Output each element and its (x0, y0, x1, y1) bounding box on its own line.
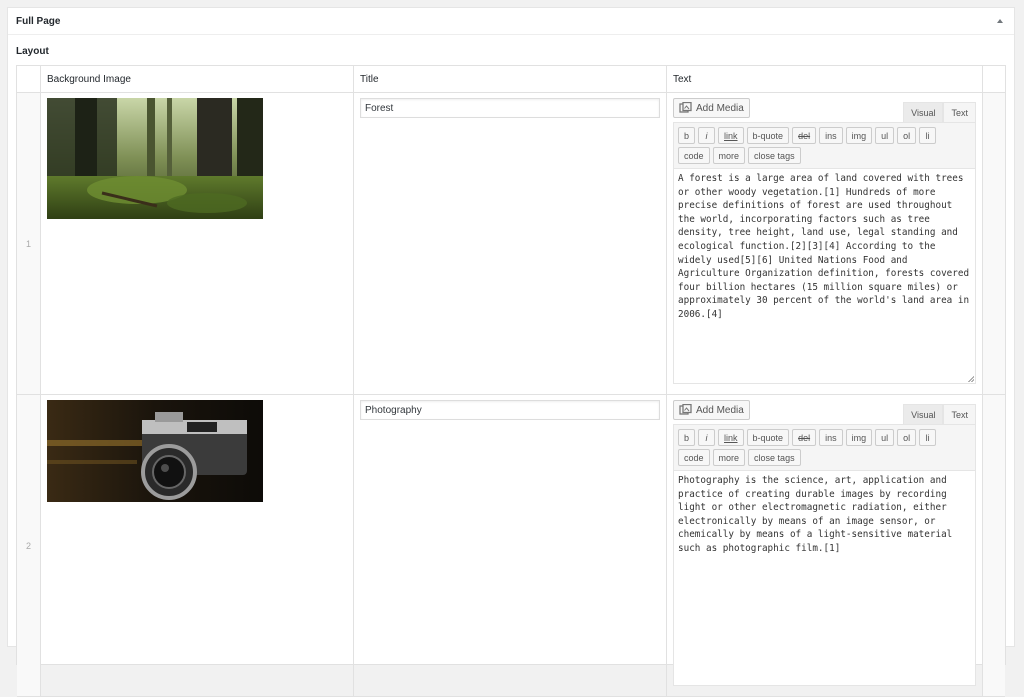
editor-tabs: Visual Text (903, 404, 976, 424)
row-order-handle[interactable]: 2 (17, 395, 41, 696)
qt-blockquote-button[interactable]: b-quote (746, 127, 790, 144)
qt-li-button[interactable]: li (919, 127, 937, 144)
qt-code-button[interactable]: code (678, 147, 710, 164)
repeater-table: Background Image Title Text 1 Forest Add… (16, 65, 1006, 697)
title-cell (354, 395, 667, 696)
title-input[interactable] (360, 98, 660, 118)
field-label: Layout (16, 46, 49, 57)
header-remove-cell (983, 66, 1005, 92)
row-order-handle[interactable]: 1 (17, 93, 41, 394)
tab-text[interactable]: Text (943, 102, 976, 122)
editor-tools: Add Media Visual Text (673, 400, 976, 424)
qt-link-button[interactable]: link (718, 429, 744, 446)
qt-bold-button[interactable]: b (678, 127, 696, 144)
qt-ol-button[interactable]: ol (897, 127, 917, 144)
qt-code-button[interactable]: code (678, 449, 710, 466)
text-editor-cell: Add Media Visual Text b i link b-quote d… (667, 93, 983, 394)
add-media-icon (679, 102, 692, 113)
forest-image[interactable] (47, 98, 263, 219)
qt-img-button[interactable]: img (845, 127, 873, 144)
editor-tabs: Visual Text (903, 102, 976, 122)
qt-img-button[interactable]: img (845, 429, 873, 446)
add-media-button[interactable]: Add Media (673, 400, 750, 420)
add-media-button[interactable]: Add Media (673, 98, 750, 118)
qt-del-button[interactable]: del (792, 429, 817, 446)
editor-tools: Add Media Visual Text (673, 98, 976, 122)
header-text: Text (667, 66, 983, 92)
editor-content: A forest is a large area of land covered… (678, 173, 975, 320)
tab-text[interactable]: Text (943, 404, 976, 424)
qt-ins-button[interactable]: ins (819, 127, 843, 144)
qt-ins-button[interactable]: ins (819, 429, 843, 446)
quicktags-toolbar: b i link b-quote del ins img ul ol li co… (673, 122, 976, 168)
repeater-header: Background Image Title Text (17, 66, 1005, 93)
postbox-title: Full Page (16, 15, 61, 27)
triangle-up-icon[interactable] (997, 19, 1003, 23)
full-page-postbox: Full Page Layout Background Image Title … (7, 7, 1015, 697)
background-image-cell (41, 93, 354, 394)
add-media-icon (679, 404, 692, 415)
tab-visual[interactable]: Visual (903, 102, 944, 122)
row-remove-cell[interactable] (983, 395, 1005, 696)
qt-bold-button[interactable]: b (678, 429, 696, 446)
qt-italic-button[interactable]: i (698, 127, 716, 144)
add-media-label: Add Media (696, 102, 744, 114)
qt-more-button[interactable]: more (712, 147, 746, 164)
tab-visual[interactable]: Visual (903, 404, 944, 424)
qt-ul-button[interactable]: ul (875, 127, 895, 144)
qt-ol-button[interactable]: ol (897, 429, 917, 446)
header-title: Title (354, 66, 667, 92)
quicktags-toolbar: b i link b-quote del ins img ul ol li co… (673, 424, 976, 470)
qt-del-button[interactable]: del (792, 127, 817, 144)
text-editor-textarea[interactable]: Photography is the science, art, applica… (673, 470, 976, 686)
resize-handle[interactable] (968, 376, 974, 382)
title-input[interactable] (360, 400, 660, 420)
qt-ul-button[interactable]: ul (875, 429, 895, 446)
row-remove-cell[interactable] (983, 93, 1005, 394)
title-cell (354, 93, 667, 394)
qt-close-tags-button[interactable]: close tags (748, 147, 801, 164)
text-editor-cell: Add Media Visual Text b i link b-quote d… (667, 395, 983, 696)
qt-link-button[interactable]: link (718, 127, 744, 144)
qt-more-button[interactable]: more (712, 449, 746, 466)
header-order-cell (17, 66, 41, 92)
add-media-label: Add Media (696, 404, 744, 416)
repeater-row: 2 Photography Add Media Visual Text b i … (17, 395, 1005, 697)
header-background-image: Background Image (41, 66, 354, 92)
qt-italic-button[interactable]: i (698, 429, 716, 446)
qt-close-tags-button[interactable]: close tags (748, 449, 801, 466)
qt-li-button[interactable]: li (919, 429, 937, 446)
repeater-row: 1 Forest Add Media Visual Text b i link … (17, 93, 1005, 395)
editor-content: Photography is the science, art, applica… (678, 475, 958, 554)
qt-blockquote-button[interactable]: b-quote (746, 429, 790, 446)
background-image-cell (41, 395, 354, 696)
camera-image[interactable] (47, 400, 263, 502)
postbox-header[interactable]: Full Page (8, 8, 1014, 35)
text-editor-textarea[interactable]: A forest is a large area of land covered… (673, 168, 976, 384)
